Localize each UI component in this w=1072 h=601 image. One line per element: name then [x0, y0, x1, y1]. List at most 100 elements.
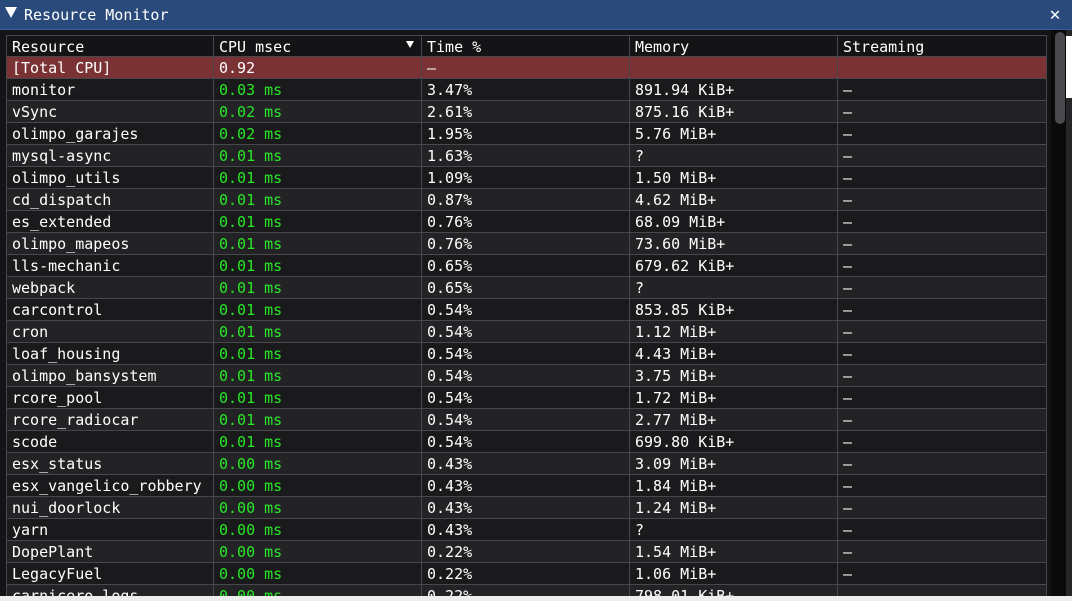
cell-time-percent: 2.61% — [421, 101, 629, 123]
column-header-cpu-msec[interactable]: CPU msec — [213, 35, 421, 57]
cell-memory: 1.24 MiB+ — [629, 497, 837, 519]
cell-cpu-msec: 0.01 ms — [213, 233, 421, 255]
total-cpu-row[interactable]: [Total CPU] 0.92 – — [6, 57, 1047, 79]
cell-time-percent: 1.09% — [421, 167, 629, 189]
column-header-resource[interactable]: Resource — [6, 35, 213, 57]
cell-resource-name: rcore_pool — [6, 387, 213, 409]
cell-memory: 875.16 KiB+ — [629, 101, 837, 123]
cell-cpu-msec: 0.01 ms — [213, 343, 421, 365]
collapse-triangle-icon[interactable] — [5, 7, 17, 18]
cell-streaming: – — [837, 431, 1047, 453]
table-row[interactable]: esx_status 0.00 ms 0.43% 3.09 MiB+ – — [6, 453, 1047, 475]
cell-resource-name: webpack — [6, 277, 213, 299]
cell-memory: 853.85 KiB+ — [629, 299, 837, 321]
table-row[interactable]: olimpo_bansystem 0.01 ms 0.54% 3.75 MiB+ – — [6, 365, 1047, 387]
resource-table: Resource CPU msec Time % Memory Streamin… — [6, 35, 1047, 601]
window-right-edge — [1066, 30, 1072, 601]
cell-time-percent: 0.43% — [421, 475, 629, 497]
cell-time-percent: 0.87% — [421, 189, 629, 211]
total-cpu-value: 0.92 — [213, 57, 421, 79]
cell-streaming: – — [837, 167, 1047, 189]
cell-memory: 4.62 MiB+ — [629, 189, 837, 211]
cell-cpu-msec: 0.01 ms — [213, 277, 421, 299]
table-row[interactable]: cd_dispatch 0.01 ms 0.87% 4.62 MiB+ – — [6, 189, 1047, 211]
cell-time-percent: 0.22% — [421, 541, 629, 563]
close-icon[interactable]: ✕ — [1044, 4, 1066, 26]
cell-resource-name: DopePlant — [6, 541, 213, 563]
cell-streaming: – — [837, 255, 1047, 277]
table-row[interactable]: cron 0.01 ms 0.54% 1.12 MiB+ – — [6, 321, 1047, 343]
scrollbar-thumb[interactable] — [1055, 32, 1065, 124]
cell-streaming: – — [837, 343, 1047, 365]
table-row[interactable]: esx_vangelico_robbery 0.00 ms 0.43% 1.84 Mi… — [6, 475, 1047, 497]
cell-resource-name: yarn — [6, 519, 213, 541]
cell-resource-name: olimpo_garajes — [6, 123, 213, 145]
cell-cpu-msec: 0.01 ms — [213, 365, 421, 387]
cell-resource-name: cd_dispatch — [6, 189, 213, 211]
cell-cpu-msec: 0.01 ms — [213, 409, 421, 431]
table-row[interactable]: DopePlant 0.00 ms 0.22% 1.54 MiB+ – — [6, 541, 1047, 563]
table-row[interactable]: LegacyFuel 0.00 ms 0.22% 1.06 MiB+ – — [6, 563, 1047, 585]
column-header-streaming[interactable]: Streaming — [837, 35, 1047, 57]
table-row[interactable]: olimpo_utils 0.01 ms 1.09% 1.50 MiB+ – — [6, 167, 1047, 189]
cell-time-percent: 0.54% — [421, 365, 629, 387]
cell-memory: ? — [629, 519, 837, 541]
total-streaming — [837, 57, 1047, 79]
cell-cpu-msec: 0.02 ms — [213, 101, 421, 123]
cell-streaming: – — [837, 233, 1047, 255]
table-row[interactable]: scode 0.01 ms 0.54% 699.80 KiB+ – — [6, 431, 1047, 453]
table-row[interactable]: yarn 0.00 ms 0.43%? – — [6, 519, 1047, 541]
cell-memory: 4.43 MiB+ — [629, 343, 837, 365]
table-row[interactable]: rcore_pool 0.01 ms 0.54% 1.72 MiB+ – — [6, 387, 1047, 409]
cell-memory: 2.77 MiB+ — [629, 409, 837, 431]
cell-time-percent: 1.63% — [421, 145, 629, 167]
table-row[interactable]: nui_doorlock 0.00 ms 0.43% 1.24 MiB+ – — [6, 497, 1047, 519]
table-row[interactable]: rcore_radiocar 0.01 ms 0.54% 2.77 MiB+ – — [6, 409, 1047, 431]
cell-streaming: – — [837, 277, 1047, 299]
cell-streaming: – — [837, 387, 1047, 409]
cell-streaming: – — [837, 79, 1047, 101]
cell-time-percent: 0.54% — [421, 299, 629, 321]
column-header-time-percent[interactable]: Time % — [421, 35, 629, 57]
table-row[interactable]: es_extended 0.01 ms 0.76% 68.09 MiB+ – — [6, 211, 1047, 233]
cell-memory: 1.72 MiB+ — [629, 387, 837, 409]
table-row[interactable]: carcontrol 0.01 ms 0.54% 853.85 KiB+ – — [6, 299, 1047, 321]
table-row[interactable]: olimpo_garajes 0.02 ms 1.95% 5.76 MiB+ – — [6, 123, 1047, 145]
title-bar[interactable]: Resource Monitor ✕ — [0, 0, 1072, 30]
cell-memory: ? — [629, 145, 837, 167]
table-row[interactable]: mysql-async 0.01 ms 1.63%? – — [6, 145, 1047, 167]
cell-resource-name: mysql-async — [6, 145, 213, 167]
window-title: Resource Monitor — [24, 6, 169, 24]
cell-cpu-msec: 0.01 ms — [213, 255, 421, 277]
background-window-edge — [1066, 36, 1072, 98]
cell-cpu-msec: 0.01 ms — [213, 167, 421, 189]
cell-memory: 68.09 MiB+ — [629, 211, 837, 233]
cell-time-percent: 1.95% — [421, 123, 629, 145]
table-row[interactable]: lls-mechanic 0.01 ms 0.65% 679.62 KiB+ – — [6, 255, 1047, 277]
table-header-row: Resource CPU msec Time % Memory Streamin… — [6, 35, 1047, 57]
cell-memory: 1.84 MiB+ — [629, 475, 837, 497]
resource-monitor-window: Resource Monitor ✕ Resource CPU msec Tim… — [0, 0, 1072, 601]
table-row[interactable]: webpack 0.01 ms 0.65%? – — [6, 277, 1047, 299]
table-row[interactable]: monitor 0.03 ms 3.47% 891.94 KiB+ – — [6, 79, 1047, 101]
cell-time-percent: 0.43% — [421, 453, 629, 475]
table-row[interactable]: loaf_housing 0.01 ms 0.54% 4.43 MiB+ – — [6, 343, 1047, 365]
total-time-percent: – — [421, 57, 629, 79]
column-header-memory[interactable]: Memory — [629, 35, 837, 57]
cell-cpu-msec: 0.01 ms — [213, 431, 421, 453]
cell-resource-name: esx_vangelico_robbery — [6, 475, 213, 497]
column-header-cpu-msec-label: CPU msec — [219, 38, 292, 56]
cell-time-percent: 0.54% — [421, 431, 629, 453]
total-memory — [629, 57, 837, 79]
table-row[interactable]: vSync 0.02 ms 2.61% 875.16 KiB+ – — [6, 101, 1047, 123]
cell-resource-name: es_extended — [6, 211, 213, 233]
cell-cpu-msec: 0.01 ms — [213, 321, 421, 343]
cell-streaming: – — [837, 299, 1047, 321]
cell-cpu-msec: 0.00 ms — [213, 497, 421, 519]
cell-cpu-msec: 0.01 ms — [213, 299, 421, 321]
cell-memory: 1.06 MiB+ — [629, 563, 837, 585]
table-row[interactable]: olimpo_mapeos 0.01 ms 0.76% 73.60 MiB+ – — [6, 233, 1047, 255]
cell-time-percent: 0.43% — [421, 519, 629, 541]
cell-memory: 73.60 MiB+ — [629, 233, 837, 255]
cell-time-percent: 0.65% — [421, 277, 629, 299]
